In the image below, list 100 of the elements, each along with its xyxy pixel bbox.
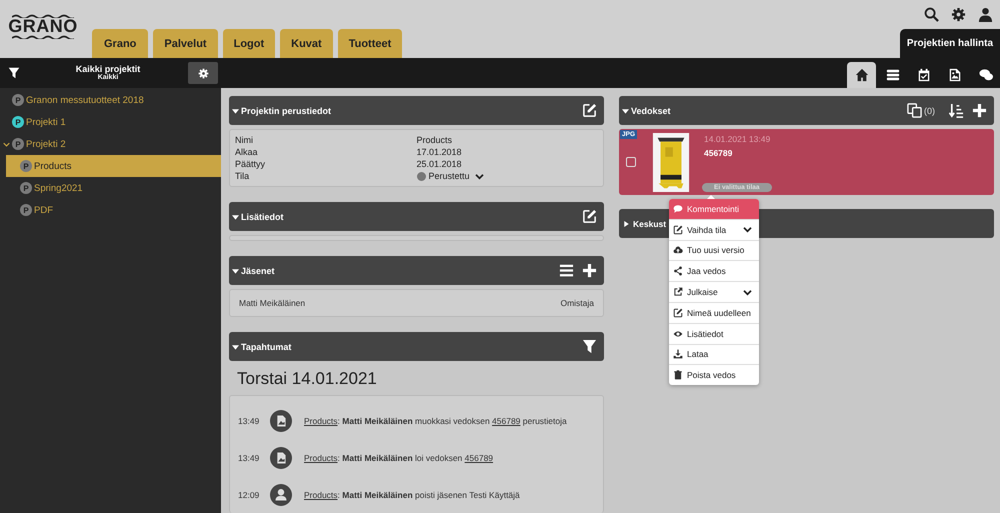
proof-date: 14.01.2021 13:49 <box>704 134 772 144</box>
field-label: Tila <box>235 170 250 182</box>
comment-icon <box>673 204 683 214</box>
menu-icon[interactable] <box>559 263 574 278</box>
menu-item[interactable]: Nimeä uudelleen <box>669 302 759 324</box>
project-badge: P <box>20 182 32 194</box>
event-time: 13:49 <box>238 452 260 462</box>
edit-icon[interactable] <box>582 209 597 224</box>
server-icon <box>886 68 900 82</box>
home-tab[interactable] <box>847 62 876 88</box>
panel-header[interactable]: Projektin perustiedot <box>229 96 604 125</box>
calendar-check-icon <box>916 68 930 82</box>
chevron-icon <box>474 172 484 180</box>
caret-icon <box>232 214 239 220</box>
image-file-icon <box>270 410 292 432</box>
event-time: 13:49 <box>238 416 260 426</box>
menu-item[interactable]: Lisätiedot <box>669 324 759 345</box>
nav-tab[interactable]: Logot <box>222 29 276 58</box>
menu-item[interactable]: Jaa vedos <box>669 261 759 282</box>
tree-item[interactable]: P PDF <box>6 199 221 221</box>
link[interactable]: Products <box>304 490 338 500</box>
caret-icon <box>232 108 239 114</box>
event-text: Products: Matti Meikäläinen loi vedoksen 456789 <box>304 452 494 462</box>
chevron-icon[interactable] <box>3 140 10 148</box>
filter-icon[interactable] <box>8 67 20 79</box>
member-role: Omistaja <box>560 298 594 308</box>
chevron-icon[interactable] <box>743 226 752 234</box>
search-icon[interactable] <box>924 7 939 22</box>
image-file-icon <box>948 68 962 82</box>
nav-tab[interactable]: Kuvat <box>280 29 333 58</box>
menu-item[interactable]: Poista vedos <box>669 365 759 386</box>
sidebar-title: Kaikki projektit <box>76 64 140 74</box>
menu-item[interactable]: Tuo uusi versio <box>669 240 759 262</box>
field-value: Products <box>416 134 454 146</box>
project-badge: P <box>20 204 32 216</box>
plus-icon[interactable] <box>972 103 987 118</box>
proof-number: 456789 <box>704 148 734 158</box>
external-link-icon <box>673 287 683 298</box>
tree-item[interactable]: P Projekti 2 <box>0 133 221 155</box>
checkbox[interactable] <box>626 157 636 167</box>
link[interactable]: Products <box>304 452 338 462</box>
caret-icon <box>232 344 239 350</box>
panel-header[interactable]: Jäsenet <box>229 256 604 285</box>
nav-tab[interactable]: Grano <box>92 29 148 58</box>
chevron-icon[interactable] <box>743 288 752 296</box>
admin-tab[interactable]: Projektien hallinta <box>900 29 1000 58</box>
panel-header[interactable]: Vedokset (0) <box>619 96 994 125</box>
menu-item[interactable]: Lataa <box>669 344 759 366</box>
trash-icon <box>673 370 683 380</box>
download-icon <box>673 349 683 360</box>
tree-item[interactable]: P Projekti 1 <box>0 111 221 133</box>
plus-icon[interactable] <box>582 263 597 278</box>
menu-item[interactable]: Vaihda tila <box>669 220 759 241</box>
project-badge: P <box>12 94 24 106</box>
event-text: Products: Matti Meikäläinen poisti jäsenen Testi Käyttäjä <box>304 490 520 500</box>
field-label: Päättyy <box>235 158 266 170</box>
nav-tab[interactable]: Palvelut <box>153 29 218 58</box>
copy-icon[interactable] <box>907 103 922 118</box>
edit-icon[interactable] <box>582 103 597 118</box>
edit-icon <box>673 308 683 318</box>
link[interactable]: Products <box>304 416 338 426</box>
copy-count: (0) <box>924 106 935 116</box>
home-icon <box>854 68 868 82</box>
status-dropdown[interactable]: Perustettu <box>416 170 484 182</box>
field-value: 17.01.2018 <box>416 146 463 158</box>
project-badge: P <box>12 138 24 150</box>
caret-icon <box>622 108 629 114</box>
caret-icon <box>232 268 239 274</box>
field-label: Alkaa <box>235 146 259 158</box>
cloud-upload-icon <box>673 245 683 256</box>
user-icon[interactable] <box>978 7 993 22</box>
tree-item[interactable]: P Products <box>6 155 221 177</box>
tree-item[interactable]: P Granon messutuotteet 2018 <box>0 89 221 111</box>
menu-item[interactable]: Kommentointi <box>669 199 759 220</box>
share-icon <box>673 266 683 276</box>
field-label: Nimi <box>235 134 254 146</box>
project-badge: P <box>20 160 32 172</box>
panel-header[interactable]: Tapahtumat <box>229 332 604 361</box>
link[interactable]: 456789 <box>492 416 520 426</box>
settings-button[interactable] <box>188 62 218 84</box>
event-time: 12:09 <box>238 490 260 500</box>
edit-icon <box>673 224 683 235</box>
user-icon <box>270 484 292 506</box>
tree-item[interactable]: P Spring2021 <box>6 177 221 199</box>
chat-icon <box>978 68 992 82</box>
date-heading: Torstai 14.01.2021 <box>237 369 378 389</box>
member-name: Matti Meikäläinen <box>239 298 306 308</box>
filter-icon[interactable] <box>582 339 597 354</box>
caret-icon <box>623 220 630 226</box>
project-badge: P <box>12 116 24 128</box>
menu-item[interactable]: Julkaise <box>669 282 759 303</box>
settings-icon[interactable] <box>951 7 966 22</box>
sort-icon[interactable] <box>949 103 964 118</box>
eye-icon <box>673 328 683 339</box>
panel-header[interactable]: Lisätiedot <box>229 202 604 231</box>
nav-tab[interactable]: Tuotteet <box>338 29 402 58</box>
event-text: Products: Matti Meikäläinen muokkasi vedoksen 456789 perustietoja <box>304 416 567 426</box>
image-file-icon <box>270 446 292 468</box>
settings-icon <box>198 68 208 78</box>
link[interactable]: 456789 <box>464 452 494 462</box>
